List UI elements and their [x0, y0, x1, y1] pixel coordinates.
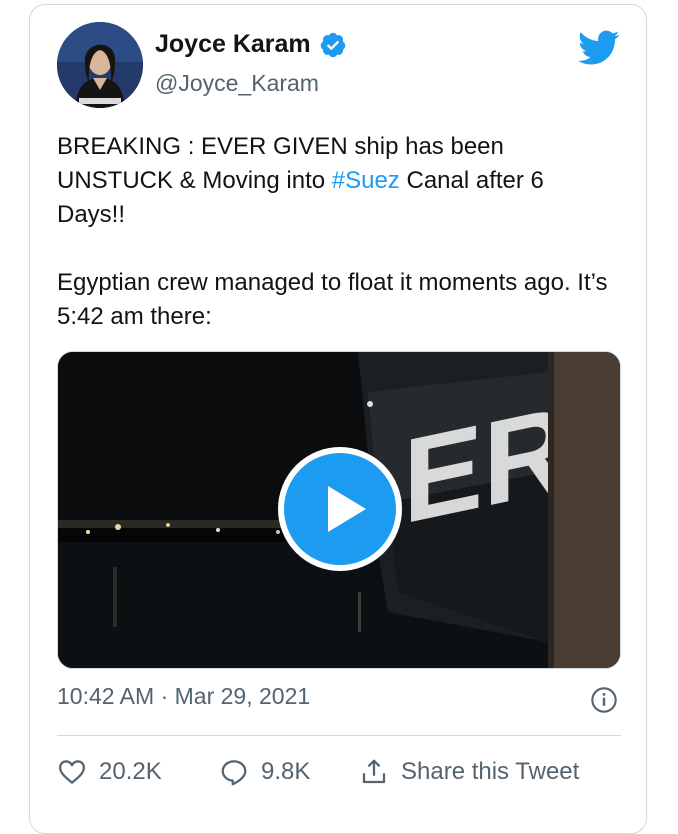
video-player[interactable]: ERG: [57, 351, 621, 669]
like-button[interactable]: 20.2K: [57, 750, 162, 794]
play-button[interactable]: [278, 447, 402, 571]
share-label: Share this Tweet: [401, 758, 580, 785]
reply-count: 9.8K: [261, 758, 311, 785]
info-icon[interactable]: [590, 686, 618, 714]
speech-bubble-icon: [221, 760, 247, 786]
tweet-text: BREAKING : EVER GIVEN ship has been UNST…: [57, 130, 617, 334]
tweet-paragraph-2: Egyptian crew managed to float it moment…: [57, 269, 608, 330]
tweet-timestamp[interactable]: 10:42 AM · Mar 29, 2021: [57, 683, 310, 710]
reply-button[interactable]: 9.8K: [219, 750, 310, 794]
action-bar: 20.2K 9.8K Share this Tweet: [57, 750, 621, 794]
author-name-row[interactable]: Joyce Karam: [155, 30, 347, 59]
divider: [57, 735, 621, 736]
author-name[interactable]: Joyce Karam: [155, 30, 311, 59]
like-count: 20.2K: [99, 758, 162, 785]
avatar[interactable]: [57, 22, 143, 108]
twitter-bird-icon[interactable]: [578, 30, 620, 66]
author-handle[interactable]: @Joyce_Karam: [155, 70, 319, 97]
hashtag-link[interactable]: #Suez: [332, 167, 400, 194]
share-upload-icon: [362, 759, 386, 784]
verified-badge-icon: [319, 31, 347, 59]
play-icon: [328, 486, 366, 532]
heart-icon: [58, 760, 86, 785]
share-button[interactable]: Share this Tweet: [359, 750, 579, 794]
tweet-paragraph-1: BREAKING : EVER GIVEN ship has been UNST…: [57, 130, 617, 232]
